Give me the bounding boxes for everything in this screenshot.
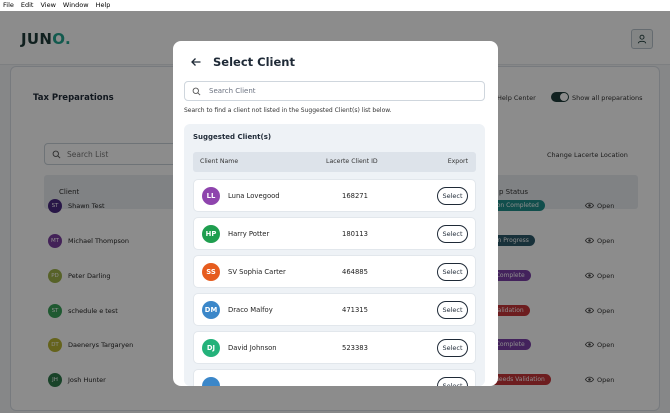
client-avatar: LL [202, 187, 220, 205]
col-lacerte-id: Lacerte Client ID [326, 158, 378, 165]
select-client-button[interactable]: Select [437, 187, 468, 205]
suggested-table-header: Client Name Lacerte Client ID Export [193, 152, 476, 172]
client-row: HP Harry Potter 180113 Select [193, 217, 476, 250]
suggested-title: Suggested Client(s) [193, 133, 272, 141]
client-avatar: SS [202, 263, 220, 281]
client-name: Luna Lovegood [228, 192, 280, 200]
select-client-button[interactable]: Select [437, 301, 468, 319]
lacerte-client-id: 180113 [342, 230, 368, 238]
menu-edit[interactable]: Edit [21, 0, 34, 11]
client-name: Draco Malfoy [228, 306, 273, 314]
client-avatar: DJ [202, 339, 220, 357]
client-row: SS SV Sophia Carter 464885 Select [193, 255, 476, 288]
select-client-button[interactable]: Select [437, 225, 468, 243]
client-row: Select [193, 369, 476, 386]
col-client-name: Client Name [200, 158, 239, 165]
client-search-box[interactable] [184, 81, 485, 101]
menu-help[interactable]: Help [96, 0, 111, 11]
client-avatar: HP [202, 225, 220, 243]
search-hint: Search to find a client not listed in th… [184, 107, 392, 114]
menu-window[interactable]: Window [63, 0, 89, 11]
client-avatar: DM [202, 301, 220, 319]
lacerte-client-id: 471315 [342, 306, 368, 314]
select-client-button[interactable]: Select [437, 339, 468, 357]
search-icon [192, 87, 201, 95]
client-name: SV Sophia Carter [228, 268, 286, 276]
modal-title: Select Client [213, 55, 295, 69]
client-row: DM Draco Malfoy 471315 Select [193, 293, 476, 326]
menubar: File Edit View Window Help [0, 0, 670, 11]
suggested-clients-section: Suggested Client(s) Client Name Lacerte … [184, 124, 485, 386]
client-name: Harry Potter [228, 230, 270, 238]
lacerte-client-id: 523383 [342, 344, 368, 352]
lacerte-client-id: 464885 [342, 268, 368, 276]
menu-file[interactable]: File [3, 0, 14, 11]
select-client-button[interactable]: Select [437, 263, 468, 281]
client-row: LL Luna Lovegood 168271 Select [193, 179, 476, 212]
client-search-input[interactable] [209, 87, 469, 95]
client-name: David Johnson [228, 344, 277, 352]
menu-view[interactable]: View [40, 0, 55, 11]
client-row: DJ David Johnson 523383 Select [193, 331, 476, 364]
lacerte-client-id: 168271 [342, 192, 368, 200]
back-arrow-icon[interactable] [190, 56, 202, 68]
col-export: Export [447, 158, 468, 165]
client-avatar [202, 377, 220, 386]
select-client-button[interactable]: Select [437, 377, 468, 386]
select-client-modal: Select Client Search to find a client no… [173, 41, 498, 386]
